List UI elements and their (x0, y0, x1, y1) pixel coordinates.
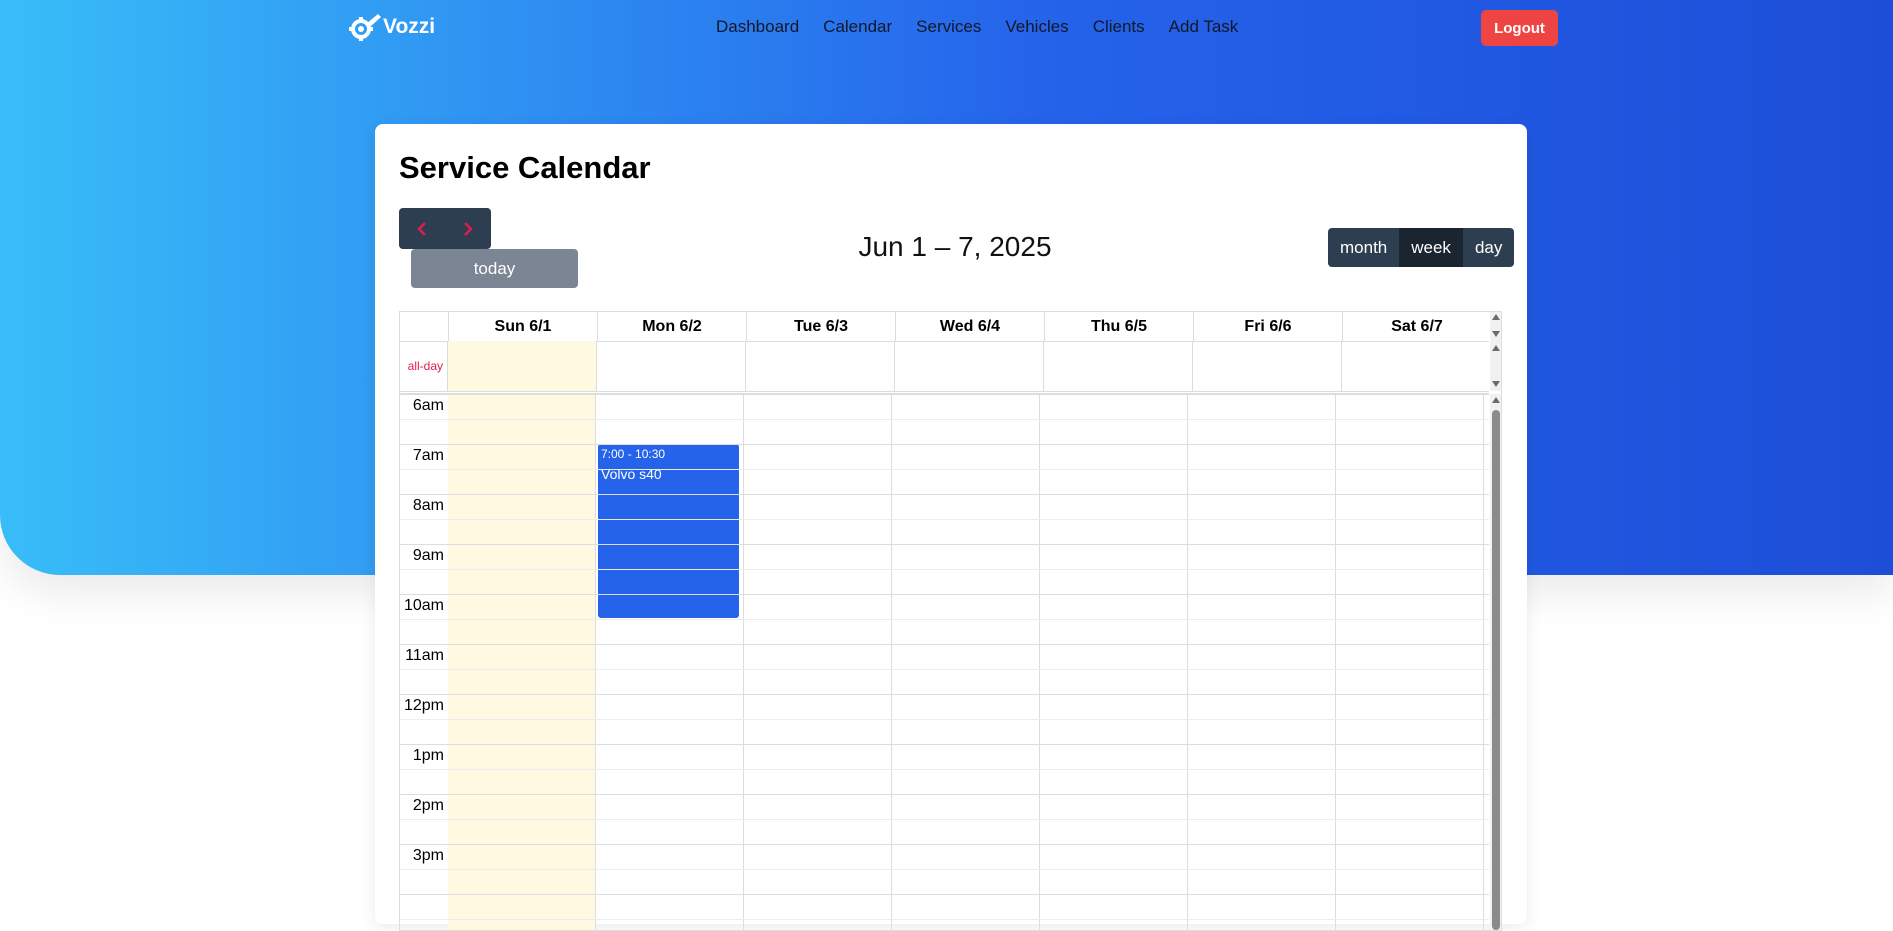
prev-button[interactable] (399, 208, 445, 249)
brand-name: Vozzi (383, 15, 436, 38)
allday-scrollbar[interactable] (1490, 341, 1501, 391)
prev-next-group (399, 208, 491, 249)
time-axis: 6am 7am 8am 9am 10am 11am 12pm 1pm 2pm 3pm (400, 394, 449, 930)
scroll-down-icon[interactable] (1492, 331, 1500, 337)
half-hour-line (400, 869, 1489, 870)
hour-line (400, 644, 1489, 645)
allday-label: all-day (400, 341, 448, 391)
day-column[interactable] (1336, 394, 1484, 930)
chevron-right-icon (464, 221, 473, 236)
hour-line (400, 794, 1489, 795)
day-header-row: Sun 6/1 Mon 6/2 Tue 6/3 Wed 6/4 Thu 6/5 … (400, 312, 1492, 342)
header-scrollbar[interactable] (1490, 312, 1501, 341)
axis-header-cell (400, 312, 449, 341)
hour-line (400, 494, 1489, 495)
half-hour-line (400, 419, 1489, 420)
day-header-sat[interactable]: Sat 6/7 (1343, 312, 1492, 341)
nav-vehicles[interactable]: Vehicles (1005, 17, 1068, 37)
half-hour-line (400, 719, 1489, 720)
day-header-thu[interactable]: Thu 6/5 (1045, 312, 1194, 341)
scroll-up-icon[interactable] (1492, 345, 1500, 351)
day-header-sun[interactable]: Sun 6/1 (449, 312, 598, 341)
allday-cell-thu[interactable] (1044, 341, 1193, 391)
half-hour-line (400, 669, 1489, 670)
day-header-fri[interactable]: Fri 6/6 (1194, 312, 1343, 341)
allday-cell-fri[interactable] (1193, 341, 1342, 391)
allday-cell-wed[interactable] (895, 341, 1044, 391)
day-header-tue[interactable]: Tue 6/3 (747, 312, 896, 341)
allday-cell-sun[interactable] (448, 341, 597, 391)
body-scrollbar[interactable] (1490, 394, 1501, 930)
week-grid: Sun 6/1 Mon 6/2 Tue 6/3 Wed 6/4 Thu 6/5 … (399, 311, 1502, 931)
day-column[interactable] (1040, 394, 1188, 930)
time-grid[interactable]: 6am 7am 8am 9am 10am 11am 12pm 1pm 2pm 3pm 7:00 -… (400, 394, 1489, 930)
half-hour-line (400, 819, 1489, 820)
hour-line (400, 444, 1489, 445)
day-column[interactable]: 7:00 - 10:30 Volvo s40 (596, 394, 744, 930)
hour-line (400, 694, 1489, 695)
allday-cell-sat[interactable] (1342, 341, 1491, 391)
view-month-button[interactable]: month (1328, 228, 1400, 267)
hour-line (400, 894, 1489, 895)
scroll-thumb[interactable] (1492, 410, 1500, 930)
view-day-button[interactable]: day (1462, 228, 1515, 267)
time-label: 2pm (412, 797, 444, 814)
day-column[interactable] (892, 394, 1040, 930)
time-label: 8am (412, 497, 444, 514)
event-time: 7:00 - 10:30 (601, 447, 666, 461)
nav-services[interactable]: Services (916, 17, 981, 37)
time-label: 11am (405, 647, 444, 664)
half-hour-line (400, 919, 1489, 920)
gear-wrench-icon (349, 14, 381, 41)
day-column[interactable] (744, 394, 892, 930)
hour-line (400, 394, 1489, 395)
half-hour-line (400, 769, 1489, 770)
time-label: 12pm (403, 697, 444, 714)
half-hour-line (400, 519, 1489, 520)
day-header-mon[interactable]: Mon 6/2 (598, 312, 747, 341)
date-range-title: Jun 1 – 7, 2025 (858, 231, 1052, 262)
nav-add-task[interactable]: Add Task (1169, 17, 1239, 37)
next-button[interactable] (445, 208, 491, 249)
scroll-down-icon[interactable] (1492, 381, 1500, 387)
day-header-wed[interactable]: Wed 6/4 (896, 312, 1045, 341)
main-nav: Dashboard Calendar Services Vehicles Cli… (716, 17, 1238, 37)
half-hour-line (400, 569, 1489, 570)
today-button[interactable]: today (411, 249, 578, 288)
chevron-left-icon (417, 221, 426, 236)
day-column[interactable] (1188, 394, 1336, 930)
time-label: 10am (403, 597, 444, 614)
half-hour-line (400, 469, 1489, 470)
time-label: 3pm (412, 847, 444, 864)
allday-cell-tue[interactable] (746, 341, 895, 391)
view-week-button[interactable]: week (1399, 228, 1463, 267)
half-hour-line (400, 619, 1489, 620)
time-label: 6am (412, 397, 444, 414)
logout-button[interactable]: Logout (1481, 10, 1558, 46)
day-column[interactable] (448, 394, 596, 930)
page-title: Service Calendar (399, 150, 651, 185)
allday-cell-mon[interactable] (597, 341, 746, 391)
nav-calendar[interactable]: Calendar (823, 17, 892, 37)
hour-line (400, 594, 1489, 595)
hour-line (400, 544, 1489, 545)
calendar-card: Service Calendar today Jun 1 – 7, 2025 m… (375, 124, 1527, 931)
time-label: 7am (412, 447, 444, 464)
nav-clients[interactable]: Clients (1093, 17, 1145, 37)
hour-line (400, 744, 1489, 745)
scroll-up-icon[interactable] (1492, 314, 1500, 320)
calendar-event[interactable]: 7:00 - 10:30 Volvo s40 (598, 444, 739, 618)
scroll-up-icon[interactable] (1492, 397, 1500, 403)
time-label: 1pm (412, 747, 444, 764)
allday-row: all-day (400, 341, 1491, 394)
view-switcher: month week day (1328, 228, 1515, 267)
hour-line (400, 844, 1489, 845)
brand-logo[interactable]: Vozzi (348, 12, 435, 42)
time-label: 9am (412, 547, 444, 564)
nav-dashboard[interactable]: Dashboard (716, 17, 799, 37)
